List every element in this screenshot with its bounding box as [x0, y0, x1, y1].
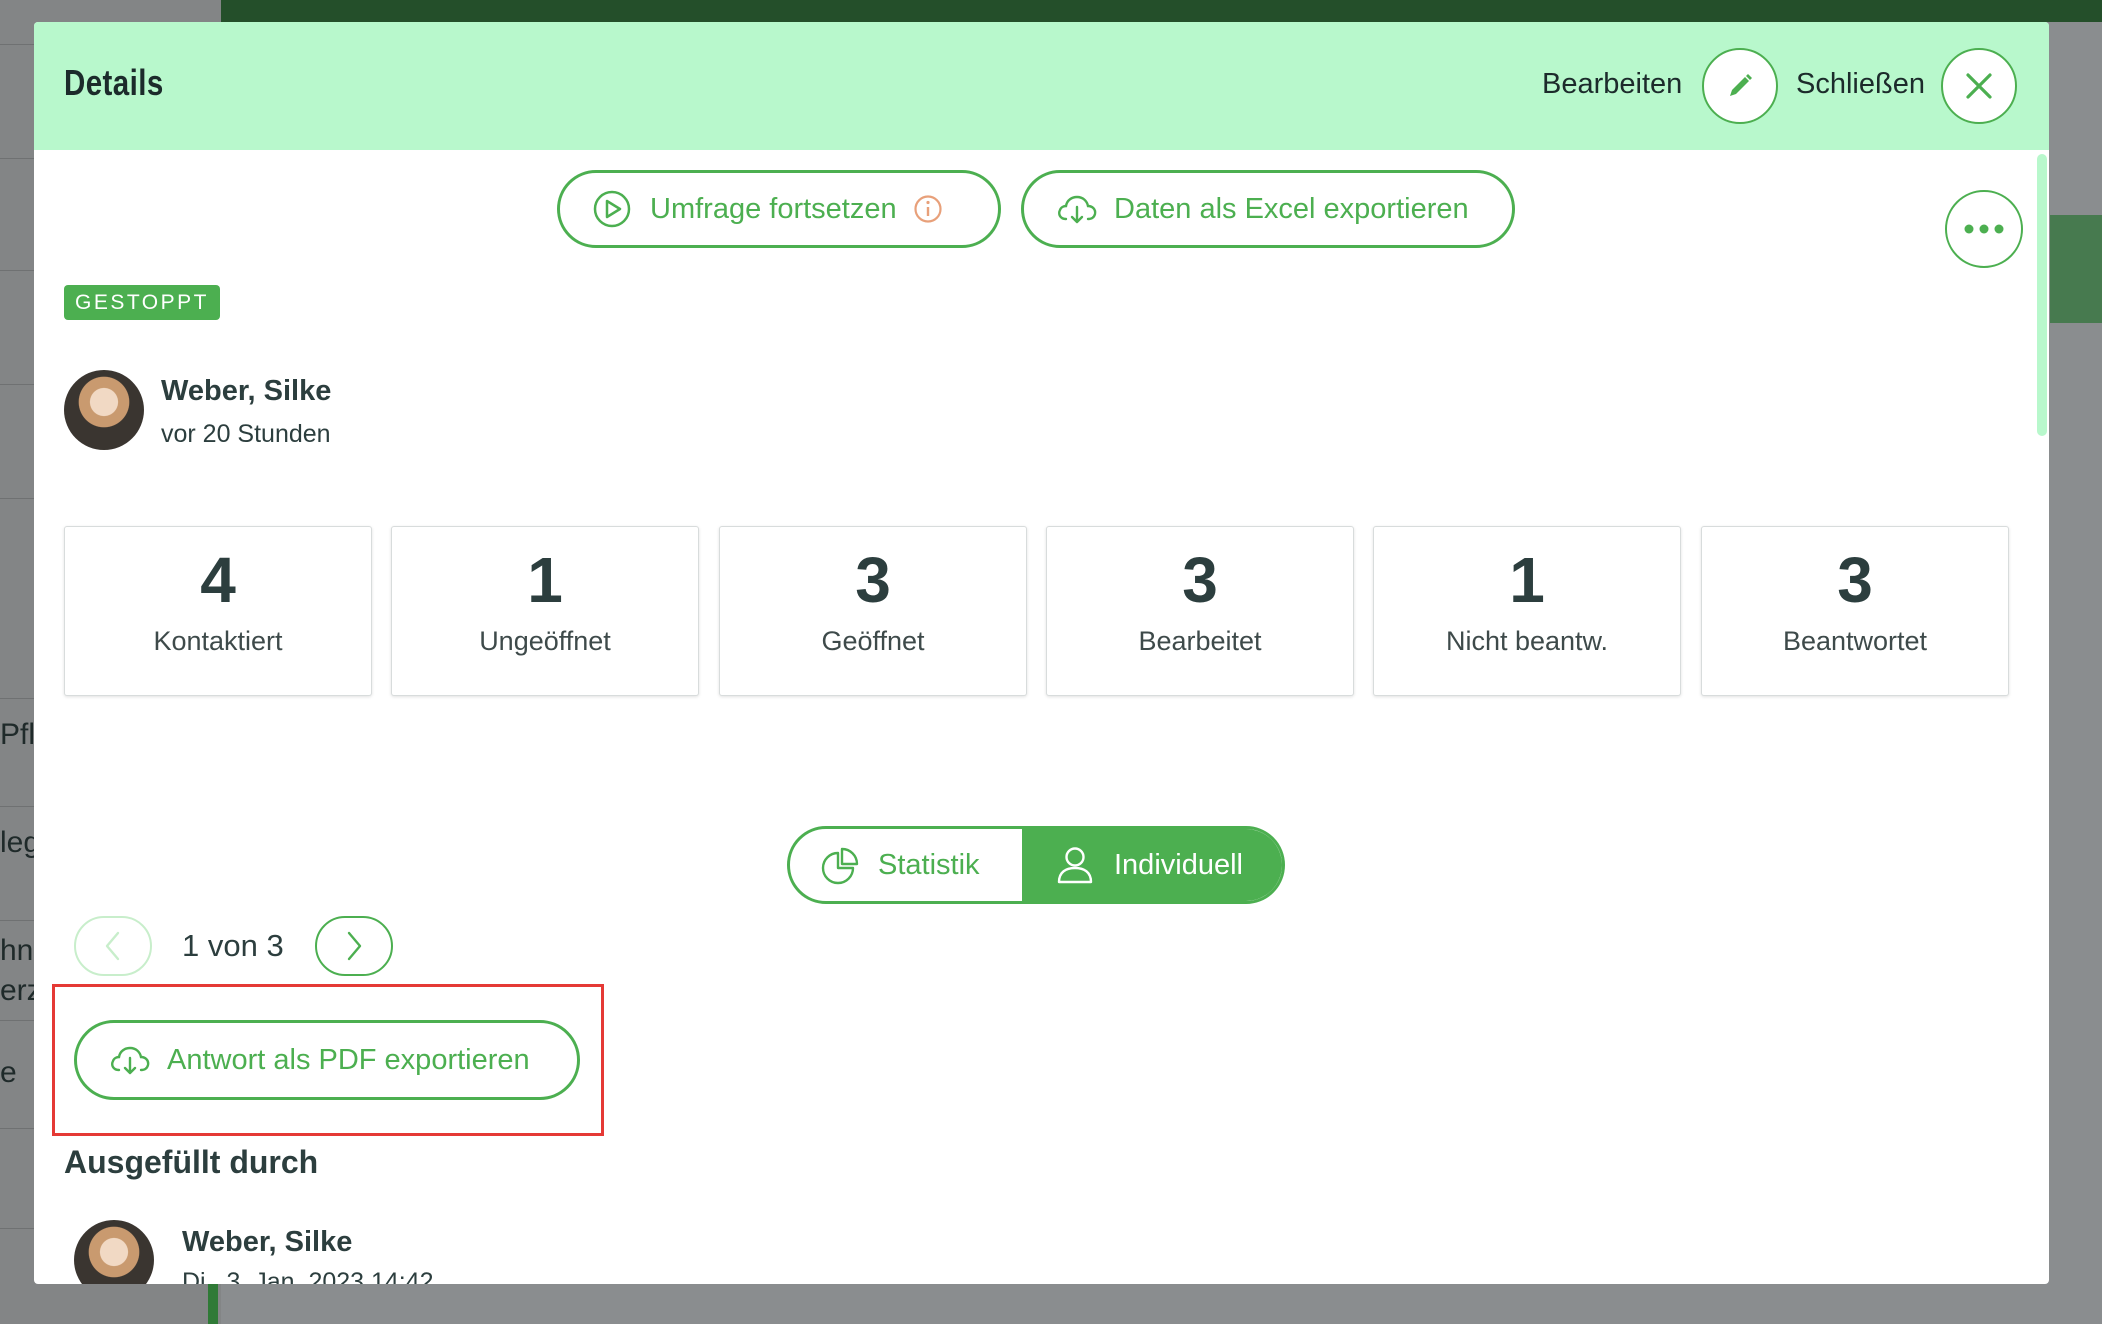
- modal-title: Details: [64, 62, 164, 103]
- stat-card-ungeoeffnet[interactable]: 1 Ungeöffnet: [391, 526, 699, 696]
- close-label[interactable]: Schließen: [1796, 68, 1925, 101]
- background-accent: [2050, 215, 2102, 323]
- stat-value: 3: [855, 544, 891, 616]
- author-name: Weber, Silke: [161, 375, 332, 407]
- stat-card-bearbeitet[interactable]: 3 Bearbeitet: [1046, 526, 1354, 696]
- author-avatar: [64, 370, 144, 450]
- stat-value: 4: [200, 544, 236, 616]
- stat-label: Nicht beantw.: [1445, 626, 1609, 656]
- next-page-button[interactable]: [315, 916, 393, 976]
- stat-card-geoeffnet[interactable]: 3 Geöffnet: [719, 526, 1027, 696]
- stat-card-nicht-beantwortet[interactable]: 1 Nicht beantw.: [1373, 526, 1681, 696]
- user-icon: [1056, 845, 1094, 885]
- stat-label: Beantwortet: [1782, 626, 1928, 656]
- chevron-left-icon: [105, 931, 120, 961]
- respondent-date: Di., 3. Jan. 2023 14:42: [182, 1268, 434, 1284]
- export-excel-button[interactable]: Daten als Excel exportieren: [1021, 170, 1515, 248]
- info-icon[interactable]: [913, 194, 943, 224]
- previous-page-button[interactable]: [74, 916, 152, 976]
- close-icon: [1966, 73, 1992, 99]
- ellipsis-icon: [1964, 224, 2004, 234]
- status-badge: GESTOPPT: [64, 285, 220, 320]
- stat-value: 3: [1182, 544, 1218, 616]
- tab-statistik-label: Statistik: [878, 848, 980, 881]
- continue-survey-label: Umfrage fortsetzen: [650, 192, 897, 225]
- details-modal: Details Bearbeiten Schließen Umfrage for…: [34, 22, 2049, 1284]
- cloud-download-icon: [109, 1043, 151, 1077]
- edit-button[interactable]: [1702, 48, 1778, 124]
- edit-label[interactable]: Bearbeiten: [1542, 68, 1682, 101]
- tab-individuell-label: Individuell: [1114, 848, 1243, 881]
- stat-label: Kontaktiert: [153, 626, 283, 656]
- stat-value: 1: [1509, 544, 1545, 616]
- export-pdf-button[interactable]: Antwort als PDF exportieren: [74, 1020, 580, 1100]
- author-time: vor 20 Stunden: [161, 420, 331, 448]
- view-toggle: Statistik Individuell: [787, 826, 1285, 904]
- pager-text: 1 von 3: [182, 928, 284, 963]
- cloud-download-icon: [1056, 192, 1098, 226]
- chevron-right-icon: [347, 931, 362, 961]
- stat-value: 3: [1837, 544, 1873, 616]
- background-text: e: [0, 1056, 17, 1089]
- background-topbar: [221, 0, 2102, 22]
- tab-individuell[interactable]: Individuell: [1022, 829, 1282, 901]
- play-circle-icon: [592, 189, 632, 229]
- stat-label: Ungeöffnet: [479, 626, 611, 656]
- pencil-icon: [1730, 74, 1752, 96]
- close-button[interactable]: [1941, 48, 2017, 124]
- respondent-name: Weber, Silke: [182, 1226, 353, 1258]
- export-pdf-label: Antwort als PDF exportieren: [167, 1043, 530, 1076]
- respondent-avatar: [74, 1220, 154, 1284]
- stat-value: 1: [527, 544, 563, 616]
- continue-survey-button[interactable]: Umfrage fortsetzen: [557, 170, 1001, 248]
- stat-label: Geöffnet: [821, 626, 925, 656]
- pie-chart-icon: [820, 845, 860, 885]
- scrollbar[interactable]: [2037, 154, 2047, 436]
- modal-header: Details Bearbeiten Schließen: [34, 22, 2049, 150]
- export-excel-label: Daten als Excel exportieren: [1114, 192, 1469, 225]
- stat-card-beantwortet[interactable]: 3 Beantwortet: [1701, 526, 2009, 696]
- tab-statistik[interactable]: Statistik: [790, 829, 1022, 901]
- stat-label: Bearbeitet: [1138, 626, 1262, 656]
- stat-card-kontaktiert[interactable]: 4 Kontaktiert: [64, 526, 372, 696]
- section-title-filled-by: Ausgefüllt durch: [64, 1144, 319, 1180]
- more-options-button[interactable]: [1945, 190, 2023, 268]
